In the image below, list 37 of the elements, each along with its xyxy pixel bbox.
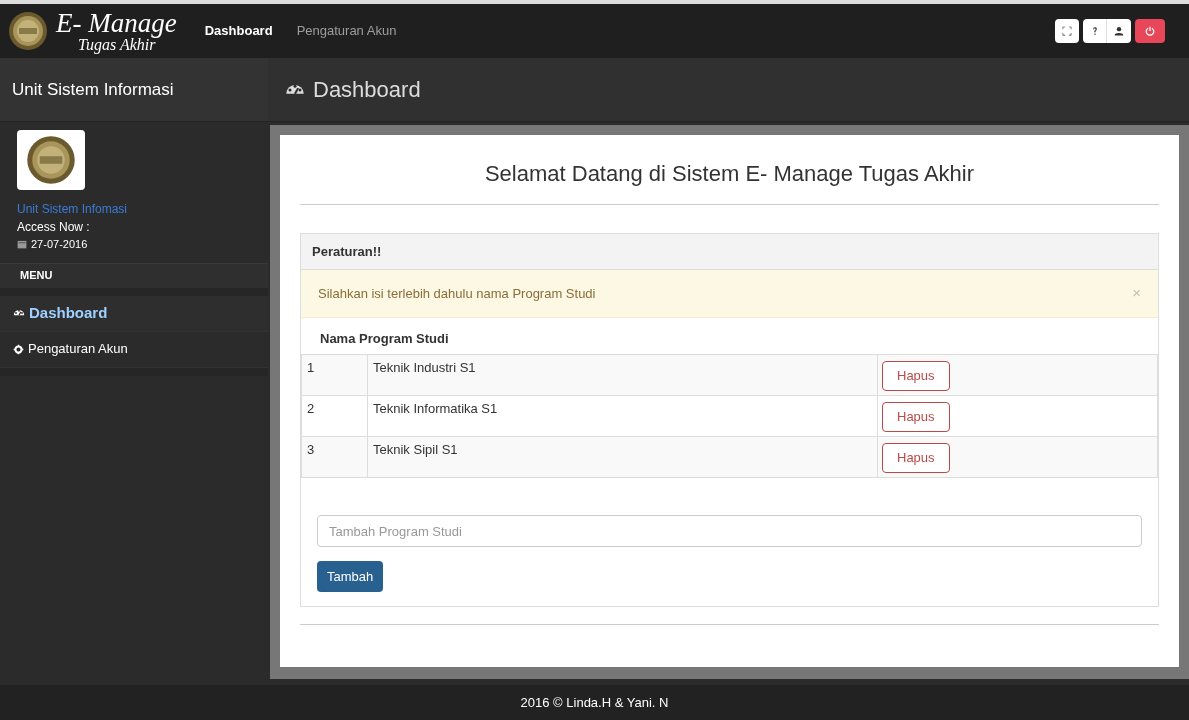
page-title: Dashboard <box>313 76 421 104</box>
table-cell: 3 <box>301 436 368 478</box>
user-icon <box>1114 26 1124 36</box>
delete-button[interactable]: Hapus <box>882 361 950 391</box>
nav-link[interactable]: Dashboard <box>204 21 273 41</box>
fullscreen-button[interactable] <box>1055 19 1079 43</box>
footer-text: 2016 © Linda.H & Yani. N <box>520 693 669 712</box>
access-label: Access Now : <box>17 219 91 236</box>
user-name: Unit Sistem Infomasi <box>17 201 129 218</box>
emblem-logo <box>26 135 76 185</box>
table-title: Nama Program Studi <box>320 329 449 348</box>
alert-text: Silahkan isi terlebih dahulu nama Program Studi <box>318 284 596 303</box>
sidebar-title: Unit Sistem Informasi <box>12 78 174 101</box>
input-field[interactable]: Tambah Program Studi <box>317 515 1142 547</box>
table-cell: Teknik Informatika S1 <box>367 395 878 437</box>
brand-title: E- Manage <box>56 9 177 37</box>
power-button[interactable] <box>1135 19 1165 43</box>
delete-button[interactable]: Hapus <box>882 402 950 432</box>
table-cell: 2 <box>301 395 368 437</box>
table-cell: 1 <box>301 354 368 396</box>
gear-icon <box>13 343 24 355</box>
sidebar-item[interactable]: Dashboard <box>0 295 268 332</box>
table-cell: Teknik Industri S1 <box>367 354 878 396</box>
brand-subtitle: Tugas Akhir <box>78 36 157 53</box>
welcome-heading: Selamat Datang di Sistem E- Manage Tugas Akhir <box>484 160 975 188</box>
nav-link[interactable]: Pengaturan Akun <box>296 21 397 41</box>
power-icon <box>1145 26 1155 36</box>
dashboard-icon <box>13 307 25 319</box>
calendar-icon <box>17 239 27 250</box>
access-date: 27-07-2016 <box>31 237 88 252</box>
panel-title: Peraturan!! <box>312 242 382 261</box>
menu-heading: MENU <box>20 268 53 284</box>
add-button[interactable]: Tambah <box>317 561 384 592</box>
delete-button[interactable]: Hapus <box>882 443 950 473</box>
emblem-logo <box>8 11 48 51</box>
sidebar-item[interactable]: Pengaturan Akun <box>0 331 268 368</box>
table-cell: Teknik Sipil S1 <box>367 436 878 478</box>
